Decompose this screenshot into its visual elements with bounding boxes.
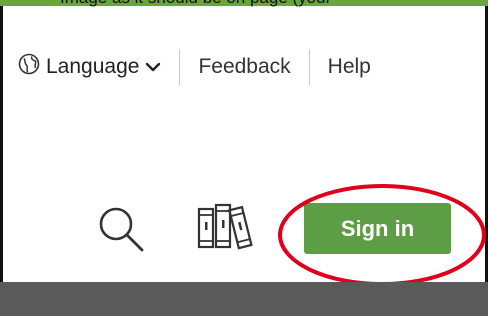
top-banner-text: Image as it should be on page (your	[60, 0, 331, 8]
search-icon[interactable]	[96, 204, 148, 261]
help-link[interactable]: Help	[328, 55, 371, 79]
chevron-down-icon	[145, 55, 161, 79]
language-label: Language	[46, 55, 140, 78]
library-icon[interactable]	[196, 202, 256, 257]
top-accent-bar: Image as it should be on page (your	[0, 0, 488, 8]
sign-in-button[interactable]: Sign in	[304, 203, 451, 254]
nav-divider	[308, 49, 310, 85]
globe-icon	[18, 53, 40, 81]
utility-nav: Language Feedback Help	[18, 47, 371, 87]
language-selector[interactable]: Language	[18, 53, 161, 81]
nav-divider	[179, 49, 181, 85]
feedback-link[interactable]: Feedback	[198, 55, 290, 79]
bottom-nav-bar	[0, 282, 488, 316]
